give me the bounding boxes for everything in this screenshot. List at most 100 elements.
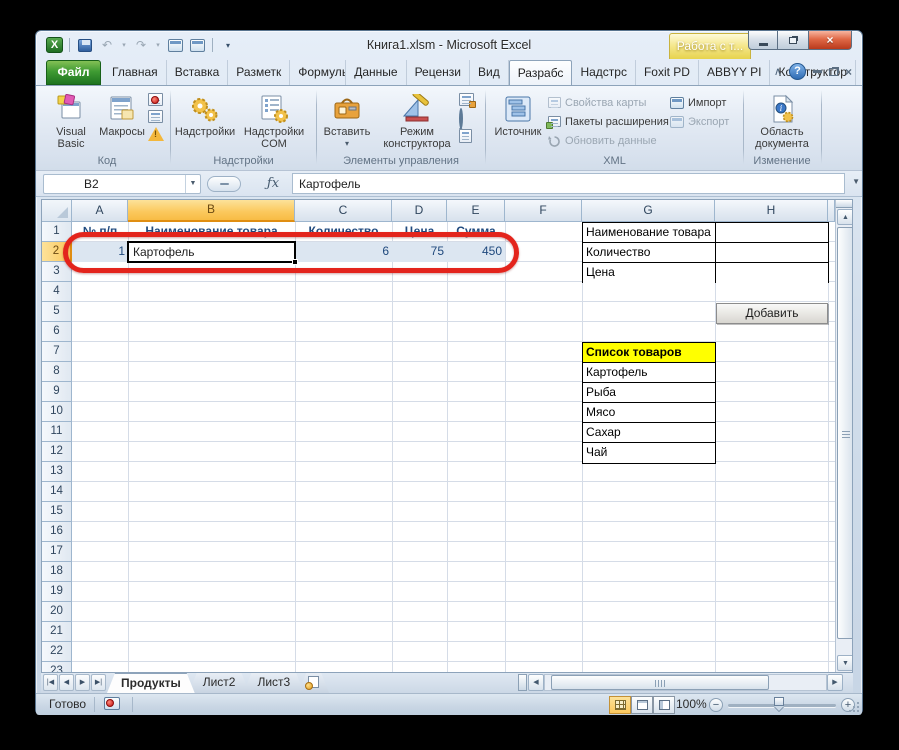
list-item[interactable]: Рыба — [583, 383, 715, 403]
zoom-slider-handle[interactable] — [774, 697, 784, 706]
document-panel-button[interactable]: i Область документа — [746, 90, 818, 150]
relative-references-icon[interactable] — [148, 110, 163, 123]
row-header[interactable]: 15 — [42, 502, 72, 522]
form-input-price[interactable] — [716, 263, 828, 283]
row-header[interactable]: 21 — [42, 622, 72, 642]
normal-view-button[interactable] — [609, 696, 631, 714]
column-header-c[interactable]: C — [295, 200, 392, 222]
form-input-name[interactable] — [716, 223, 828, 243]
row-header[interactable]: 9 — [42, 382, 72, 402]
tab-view[interactable]: Вид — [470, 60, 509, 85]
zoom-out-button[interactable]: − — [709, 698, 723, 712]
insert-controls-button[interactable]: Вставить ▾ — [319, 90, 375, 150]
horizontal-scrollbar[interactable]: ◀ ▶ — [518, 673, 853, 693]
page-layout-view-button[interactable] — [631, 696, 653, 714]
row-header[interactable]: 16 — [42, 522, 72, 542]
name-box[interactable]: B2 ▼ — [43, 174, 201, 194]
tab-formulas[interactable]: Формулы — [290, 60, 346, 85]
vertical-scroll-thumb[interactable] — [837, 227, 853, 639]
row-header[interactable]: 6 — [42, 322, 72, 342]
scroll-right-button[interactable]: ▶ — [827, 674, 843, 691]
tab-data[interactable]: Данные — [346, 60, 406, 85]
addins-button[interactable]: Надстройки — [173, 90, 237, 150]
form-label-quantity[interactable]: Количество — [583, 243, 716, 263]
import-button[interactable]: Импорт — [670, 93, 738, 112]
minimize-button[interactable] — [748, 31, 778, 50]
sheet-tab-list3[interactable]: Лист3 — [243, 673, 304, 693]
tab-addins[interactable]: Надстрс — [572, 60, 636, 85]
group-label-code[interactable]: Код — [46, 155, 168, 167]
scroll-left-button[interactable]: ◀ — [528, 674, 544, 691]
row-header[interactable]: 7 — [42, 342, 72, 362]
horizontal-scroll-thumb[interactable] — [551, 675, 769, 690]
form-input-quantity[interactable] — [716, 243, 828, 263]
sheet-tab-list2[interactable]: Лист2 — [189, 673, 250, 693]
form-label-name[interactable]: Наименование товара — [583, 223, 716, 243]
xml-source-button[interactable]: Источник — [488, 90, 548, 150]
title-bar[interactable]: X ↶ ▾ ↷ ▾ ▾ Книга1.xlsm - Microsoft Exce… — [36, 31, 862, 59]
tab-review[interactable]: Рецензи — [407, 60, 470, 85]
resize-grip[interactable] — [849, 702, 859, 712]
workbook-minimize-icon[interactable] — [813, 70, 822, 73]
list-item[interactable]: Картофель — [583, 363, 715, 383]
zoom-level[interactable]: 100% — [676, 694, 707, 715]
add-button[interactable]: Добавить — [716, 303, 828, 324]
close-button[interactable]: × — [808, 31, 852, 50]
record-macro-icon[interactable] — [148, 93, 163, 106]
tab-developer[interactable]: Разрабс — [509, 60, 573, 85]
row-header[interactable]: 5 — [42, 302, 72, 322]
list-item[interactable]: Чай — [583, 443, 715, 463]
row-header[interactable]: 22 — [42, 642, 72, 662]
group-label-xml[interactable]: XML — [488, 155, 741, 167]
row-header[interactable]: 8 — [42, 362, 72, 382]
prev-sheet-button[interactable]: ◀ — [59, 674, 74, 691]
row-header[interactable]: 11 — [42, 422, 72, 442]
group-label-modify[interactable]: Изменение — [745, 155, 819, 167]
tab-page-layout[interactable]: Разметк — [228, 60, 290, 85]
vertical-scrollbar[interactable]: ▲ ▼ — [835, 200, 853, 673]
horizontal-scroll-track[interactable] — [544, 674, 827, 691]
scroll-up-button[interactable]: ▲ — [837, 209, 853, 225]
column-header-a[interactable]: A — [72, 200, 128, 222]
workbook-restore-icon[interactable] — [829, 68, 838, 76]
expand-formula-bar-icon[interactable]: ▼ — [852, 177, 860, 186]
row-header[interactable]: 23 — [42, 662, 72, 673]
form-label-price[interactable]: Цена — [583, 263, 716, 283]
row-header[interactable]: 13 — [42, 462, 72, 482]
workbook-close-icon[interactable]: × — [845, 65, 852, 79]
com-addins-button[interactable]: Надстройки COM — [237, 90, 311, 150]
column-header-e[interactable]: E — [447, 200, 505, 222]
restore-button[interactable] — [778, 31, 808, 50]
horizontal-split-handle[interactable] — [518, 674, 527, 691]
row-header[interactable]: 4 — [42, 282, 72, 302]
tab-insert[interactable]: Вставка — [167, 60, 229, 85]
properties-icon[interactable] — [459, 93, 474, 106]
column-header-b[interactable]: B — [128, 200, 295, 222]
group-label-controls[interactable]: Элементы управления — [319, 155, 483, 167]
column-header-f[interactable]: F — [505, 200, 582, 222]
column-header-g[interactable]: G — [582, 200, 715, 222]
tab-home[interactable]: Главная — [104, 60, 167, 85]
scroll-down-button[interactable]: ▼ — [837, 655, 853, 671]
row-header[interactable]: 19 — [42, 582, 72, 602]
row-header[interactable]: 20 — [42, 602, 72, 622]
list-item[interactable]: Сахар — [583, 423, 715, 443]
sheet-tab-products[interactable]: Продукты — [107, 673, 195, 693]
macro-record-button[interactable] — [104, 697, 122, 712]
run-dialog-icon[interactable] — [459, 129, 472, 143]
cells-area[interactable]: № п/п Наименование товара Количество Цен… — [72, 222, 835, 673]
row-header[interactable]: 12 — [42, 442, 72, 462]
tab-file[interactable]: Файл — [46, 60, 101, 85]
help-icon[interactable]: ? — [789, 63, 806, 80]
design-mode-button[interactable]: Режим конструктора — [375, 90, 459, 150]
row-header[interactable]: 17 — [42, 542, 72, 562]
formula-input[interactable]: Картофель — [292, 173, 845, 194]
row-header[interactable]: 18 — [42, 562, 72, 582]
column-header-d[interactable]: D — [392, 200, 447, 222]
insert-sheet-tab[interactable] — [298, 673, 329, 693]
group-label-addins[interactable]: Надстройки — [173, 155, 314, 167]
name-box-dropdown-icon[interactable]: ▼ — [185, 175, 200, 193]
expansion-packs-button[interactable]: Пакеты расширения — [548, 112, 670, 131]
products-list-header[interactable]: Список товаров — [583, 343, 715, 363]
column-header-h[interactable]: H — [715, 200, 828, 222]
